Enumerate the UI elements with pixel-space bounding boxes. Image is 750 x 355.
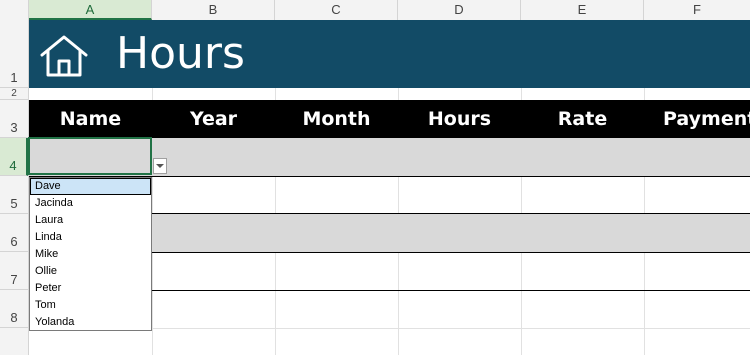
dropdown-item-laura[interactable]: Laura [30, 212, 151, 229]
dropdown-button[interactable] [153, 158, 167, 174]
row-header-6[interactable]: 6 [0, 214, 28, 252]
header-year[interactable]: Year [152, 100, 275, 138]
header-month[interactable]: Month [275, 100, 398, 138]
chevron-down-icon [156, 164, 164, 168]
dropdown-item-yolanda[interactable]: Yolanda [30, 314, 151, 331]
column-header-e[interactable]: E [521, 0, 644, 20]
column-header-b[interactable]: B [152, 0, 275, 20]
column-header-f[interactable]: F [644, 0, 750, 20]
row-header-1[interactable]: 1 [0, 20, 28, 88]
header-rate[interactable]: Rate [521, 100, 644, 138]
dropdown-item-peter[interactable]: Peter [30, 280, 151, 297]
home-icon [40, 35, 88, 77]
row-header-2[interactable]: 2 [0, 88, 28, 100]
column-header-d[interactable]: D [398, 0, 521, 20]
column-header-c[interactable]: C [275, 0, 398, 20]
row-header-5[interactable]: 5 [0, 176, 28, 214]
select-all-corner[interactable] [0, 0, 29, 20]
row-header-3[interactable]: 3 [0, 100, 28, 138]
header-name[interactable]: Name [29, 100, 152, 138]
dropdown-item-mike[interactable]: Mike [30, 246, 151, 263]
dropdown-item-dave[interactable]: Dave [30, 178, 151, 195]
header-hours[interactable]: Hours [398, 100, 521, 138]
name-dropdown-list[interactable]: Dave Jacinda Laura Linda Mike Ollie Pete… [29, 177, 152, 331]
row-header-8[interactable]: 8 [0, 290, 28, 328]
dropdown-item-linda[interactable]: Linda [30, 229, 151, 246]
dropdown-item-jacinda[interactable]: Jacinda [30, 195, 151, 212]
dropdown-item-tom[interactable]: Tom [30, 297, 151, 314]
header-payment[interactable]: Payment [644, 100, 750, 138]
row-header-7[interactable]: 7 [0, 252, 28, 290]
active-cell-a4[interactable] [28, 137, 152, 175]
dropdown-item-ollie[interactable]: Ollie [30, 263, 151, 280]
page-title: Hours [116, 28, 245, 79]
row-header-4[interactable]: 4 [0, 138, 28, 176]
column-header-a[interactable]: A [29, 0, 152, 20]
